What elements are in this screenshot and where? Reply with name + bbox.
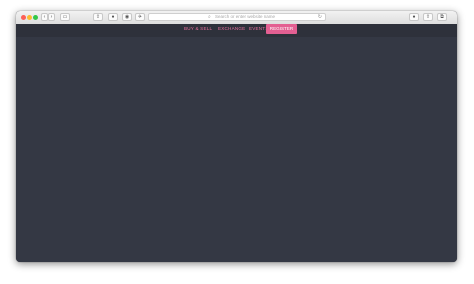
upload-icon: ⇧ bbox=[425, 14, 431, 20]
extension-button[interactable]: ✈ bbox=[135, 13, 145, 21]
shield-icon: ● bbox=[111, 14, 115, 20]
sidebar-icon: ▭ bbox=[62, 14, 68, 20]
tabs-icon: ⧉ bbox=[440, 14, 444, 20]
share-icon: ⇪ bbox=[95, 14, 101, 20]
address-placeholder: Search or enter website name bbox=[215, 14, 276, 19]
site-navbar: BUY & SELL EXCHANGE EVENTS REGISTER bbox=[16, 24, 457, 37]
sidebar-button[interactable]: ▭ bbox=[60, 13, 70, 21]
nav-exchange[interactable]: EXCHANGE bbox=[218, 24, 245, 34]
upload-button[interactable]: ⇧ bbox=[423, 13, 433, 21]
history-icon: ◉ bbox=[124, 14, 130, 20]
share-button[interactable]: ⇪ bbox=[93, 13, 103, 21]
search-icon: ⌕ bbox=[208, 14, 211, 20]
nav-buy-sell[interactable]: BUY & SELL bbox=[184, 24, 212, 34]
main-content bbox=[16, 37, 457, 262]
register-button[interactable]: REGISTER bbox=[266, 24, 297, 34]
back-button[interactable]: ‹ bbox=[41, 13, 48, 21]
forward-icon: › bbox=[50, 14, 53, 20]
close-window-button[interactable] bbox=[21, 15, 26, 20]
browser-window: ‹ › ▭ ⇪ ● ◉ ✈ ⌕ Search or enter website … bbox=[16, 11, 457, 262]
address-bar[interactable]: ⌕ Search or enter website name ↻ bbox=[148, 13, 326, 21]
minimize-window-button[interactable] bbox=[27, 15, 32, 20]
forward-button[interactable]: › bbox=[48, 13, 55, 21]
reload-icon[interactable]: ↻ bbox=[318, 14, 322, 20]
tabs-button[interactable]: ⧉ bbox=[437, 13, 447, 21]
back-icon: ‹ bbox=[43, 14, 46, 20]
info-button[interactable]: ● bbox=[409, 13, 419, 21]
browser-toolbar: ‹ › ▭ ⇪ ● ◉ ✈ ⌕ Search or enter website … bbox=[16, 11, 457, 25]
shield-button[interactable]: ● bbox=[108, 13, 118, 21]
history-button[interactable]: ◉ bbox=[122, 13, 132, 21]
info-icon: ● bbox=[412, 14, 416, 20]
zoom-window-button[interactable] bbox=[33, 15, 38, 20]
extension-icon: ✈ bbox=[137, 14, 143, 20]
